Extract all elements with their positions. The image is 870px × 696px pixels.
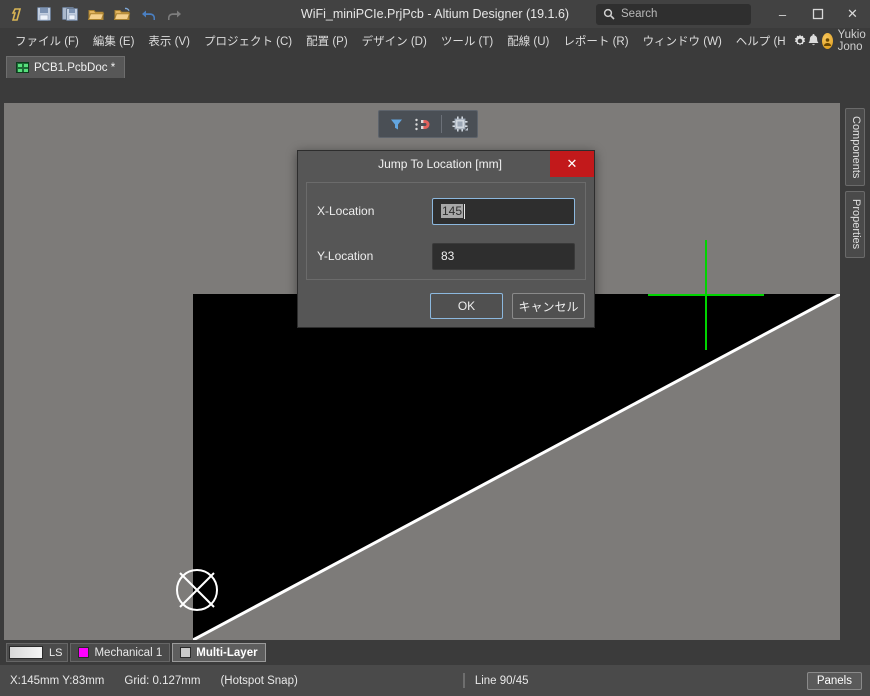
dialog-body: X-Location 145 Y-Location 83	[306, 182, 586, 280]
pcb-document-icon	[16, 62, 29, 73]
close-button[interactable]: ✕	[835, 0, 870, 28]
layer-tab-label: Multi-Layer	[196, 646, 258, 659]
y-location-input[interactable]: 83	[432, 242, 575, 270]
x-location-label: X-Location	[317, 204, 375, 218]
menu-bar: ファイル (F) 編集 (E) 表示 (V) プロジェクト (C) 配置 (P)…	[0, 28, 870, 54]
y-location-row: Y-Location 83	[307, 239, 585, 273]
layer-gradient-swatch	[9, 646, 43, 659]
snap-magnet-icon[interactable]	[411, 113, 435, 135]
undo-icon[interactable]	[136, 2, 160, 26]
cancel-button[interactable]: キャンセル	[512, 293, 585, 319]
x-location-row: X-Location 145	[307, 194, 585, 228]
search-placeholder: Search	[621, 8, 658, 20]
status-grid: Grid: 0.127mm	[124, 674, 201, 687]
layer-color-swatch	[180, 647, 192, 658]
filter-funnel-icon[interactable]	[384, 113, 408, 135]
menu-item-view[interactable]: 表示 (V)	[141, 30, 197, 52]
toolbar-separator	[441, 115, 442, 133]
quick-access-toolbar	[0, 2, 186, 26]
save-icon[interactable]	[32, 2, 56, 26]
layer-color-swatch	[78, 647, 90, 658]
status-line-mode: Line 90/45	[474, 674, 529, 687]
status-snap-mode: (Hotspot Snap)	[220, 674, 298, 687]
menu-item-design[interactable]: デザイン (D)	[355, 30, 434, 52]
document-tab-pcb1[interactable]: PCB1.PcbDoc *	[6, 56, 126, 78]
layer-tab-bar: LS Mechanical 1 Multi-Layer	[0, 640, 870, 665]
altium-logo-icon[interactable]	[6, 2, 30, 26]
search-icon	[603, 8, 615, 20]
layer-tab-multi-layer[interactable]: Multi-Layer	[172, 643, 266, 662]
status-bar: X:145mm Y:83mm Grid: 0.127mm (Hotspot Sn…	[0, 665, 870, 696]
document-tab-strip: PCB1.PcbDoc *	[0, 54, 870, 78]
open-project-icon[interactable]	[110, 2, 134, 26]
menu-item-file[interactable]: ファイル (F)	[8, 30, 86, 52]
user-name: Yukio Jono	[837, 29, 866, 53]
dock-tab-properties[interactable]: Properties	[845, 191, 865, 258]
notifications-bell-icon[interactable]	[807, 30, 820, 52]
menu-item-route[interactable]: 配線 (U)	[500, 30, 556, 52]
menu-item-help[interactable]: ヘルプ (H	[729, 30, 793, 52]
dock-tab-components[interactable]: Components	[845, 108, 865, 187]
right-dock-strip: Components Properties	[840, 103, 870, 640]
panels-button[interactable]: Panels	[806, 671, 862, 690]
user-account-menu[interactable]: Yukio Jono ▾	[820, 27, 870, 55]
open-icon[interactable]	[84, 2, 108, 26]
x-location-input[interactable]: 145	[432, 197, 575, 225]
menu-item-window[interactable]: ウィンドウ (W)	[636, 30, 729, 52]
maximize-button[interactable]	[800, 0, 835, 28]
jump-to-location-dialog: Jump To Location [mm] ✕ X-Location 145 Y…	[297, 150, 595, 328]
ok-button[interactable]: OK	[430, 293, 503, 319]
floating-toolbar	[378, 110, 478, 138]
settings-gear-icon[interactable]	[793, 30, 807, 52]
ls-label: LS	[49, 646, 63, 659]
dialog-close-button[interactable]: ✕	[550, 151, 594, 177]
menu-item-tools[interactable]: ツール (T)	[434, 30, 500, 52]
dialog-footer: OK キャンセル	[430, 293, 585, 319]
text-caret	[464, 203, 466, 219]
minimize-button[interactable]: –	[765, 0, 800, 28]
redo-icon	[162, 2, 186, 26]
y-location-value: 83	[441, 249, 455, 263]
dialog-title-bar: Jump To Location [mm] ✕	[298, 151, 594, 177]
title-bar: WiFi_miniPCIe.PrjPcb - Altium Designer (…	[0, 0, 870, 28]
dialog-title: Jump To Location [mm]	[378, 157, 502, 171]
menu-item-edit[interactable]: 編集 (E)	[86, 30, 142, 52]
status-coordinates: X:145mm Y:83mm	[10, 674, 105, 687]
layer-sets-selector[interactable]: LS	[6, 643, 69, 662]
y-location-label: Y-Location	[317, 249, 374, 263]
origin-marker-icon	[176, 569, 218, 611]
menu-item-project[interactable]: プロジェクト (C)	[197, 30, 299, 52]
x-location-value: 145	[441, 204, 464, 218]
save-all-icon[interactable]	[58, 2, 82, 26]
menu-item-place[interactable]: 配置 (P)	[299, 30, 355, 52]
avatar	[821, 33, 833, 49]
component-chip-icon[interactable]	[448, 113, 472, 135]
layer-tab-label: Mechanical 1	[94, 646, 163, 659]
menu-item-reports[interactable]: レポート (R)	[556, 30, 635, 52]
search-input[interactable]: Search	[596, 3, 751, 25]
crosshair-cursor	[648, 240, 764, 350]
document-tab-label: PCB1.PcbDoc *	[34, 61, 116, 74]
layer-tab-mechanical-1[interactable]: Mechanical 1	[70, 643, 171, 662]
